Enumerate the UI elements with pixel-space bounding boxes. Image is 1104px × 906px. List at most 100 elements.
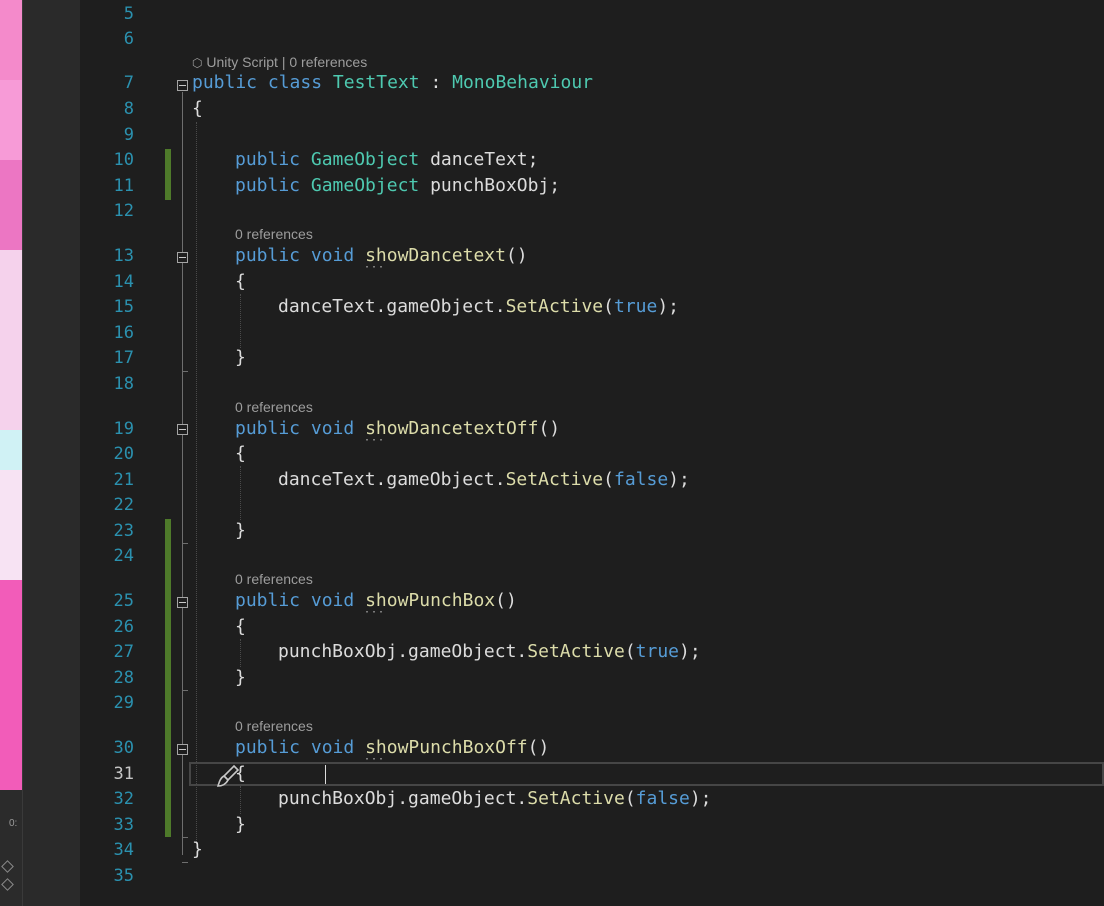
timeline-label: 0: bbox=[9, 818, 18, 829]
codelens-references[interactable]: 0 references bbox=[235, 571, 313, 587]
keyword: void bbox=[310, 737, 355, 758]
line-number: 27 bbox=[113, 642, 134, 662]
code-line-statement[interactable]: danceText.gameObject.SetActive(true); bbox=[278, 296, 679, 318]
keyword: public bbox=[235, 175, 301, 196]
variable: punchBoxObj bbox=[278, 788, 398, 809]
code-line-brace[interactable]: } bbox=[235, 520, 246, 542]
codelens-references[interactable]: 0 references bbox=[289, 54, 367, 70]
open-paren: ( bbox=[603, 469, 614, 490]
member-access: .gameObject. bbox=[375, 469, 506, 490]
line-number: 33 bbox=[113, 815, 134, 835]
code-line-brace[interactable]: } bbox=[192, 839, 203, 861]
keyword: class bbox=[267, 72, 323, 93]
variable: punchBoxObj bbox=[278, 641, 398, 662]
code-line-brace[interactable]: { bbox=[235, 616, 246, 638]
indent-guide bbox=[240, 294, 241, 348]
line-number: 14 bbox=[113, 272, 134, 292]
code-line-statement[interactable]: danceText.gameObject.SetActive(false); bbox=[278, 469, 690, 491]
line-number: 34 bbox=[113, 840, 134, 860]
code-editor[interactable]: 5 6 7 8 9 10 11 12 13 14 15 16 17 18 19 … bbox=[80, 0, 1104, 906]
line-number: 24 bbox=[113, 546, 134, 566]
line-number: 7 bbox=[123, 73, 134, 93]
code-line-brace[interactable]: { bbox=[192, 98, 203, 120]
variable: danceText bbox=[278, 296, 376, 317]
strip-band bbox=[0, 250, 22, 430]
line-number: 28 bbox=[113, 668, 134, 688]
code-line-brace[interactable]: { bbox=[235, 763, 246, 785]
suggestion-dots: ··· bbox=[364, 754, 386, 765]
method-call: SetActive bbox=[527, 641, 625, 662]
codelens-unity-script[interactable]: Unity Script bbox=[206, 54, 278, 70]
collapse-icon[interactable] bbox=[177, 252, 188, 263]
field-name: danceText; bbox=[430, 149, 539, 170]
suggestion-dots: ··· bbox=[364, 435, 386, 446]
code-line-brace[interactable]: } bbox=[235, 814, 246, 836]
change-bar bbox=[165, 519, 171, 837]
code-line-class-declaration[interactable]: public class TestText : MonoBehaviour bbox=[192, 72, 593, 94]
keyword: public bbox=[192, 72, 258, 93]
code-line-brace[interactable]: } bbox=[235, 667, 246, 689]
codelens-class[interactable]: ⬡ Unity Script | 0 references bbox=[192, 54, 367, 70]
line-number: 12 bbox=[113, 201, 134, 221]
indent-guide bbox=[196, 122, 197, 844]
type-name: GameObject bbox=[310, 175, 420, 196]
line-number: 18 bbox=[113, 374, 134, 394]
line-number: 17 bbox=[113, 348, 134, 368]
literal: true bbox=[635, 641, 680, 662]
code-line-brace[interactable]: } bbox=[235, 347, 246, 369]
line-number: 19 bbox=[113, 419, 134, 439]
code-line-field[interactable]: public GameObject punchBoxObj; bbox=[235, 175, 560, 197]
code-line-brace[interactable]: { bbox=[235, 443, 246, 465]
class-name: TestText bbox=[332, 72, 420, 93]
open-paren: ( bbox=[624, 788, 636, 809]
code-line-field[interactable]: public GameObject danceText; bbox=[235, 149, 538, 171]
member-access: .gameObject. bbox=[375, 296, 506, 317]
line-number: 32 bbox=[113, 789, 134, 809]
line-number: 23 bbox=[113, 521, 134, 541]
line-number: 25 bbox=[113, 591, 134, 611]
indent-guide bbox=[240, 639, 241, 667]
keyword: public bbox=[235, 149, 301, 170]
background-window-strip: 0: bbox=[0, 0, 22, 906]
change-bar bbox=[165, 149, 171, 200]
collapse-icon[interactable] bbox=[177, 424, 188, 435]
keyword: public bbox=[235, 590, 301, 611]
strip-band bbox=[0, 580, 22, 790]
codelens-references[interactable]: 0 references bbox=[235, 226, 313, 242]
keyword: void bbox=[310, 418, 355, 439]
method-call: SetActive bbox=[505, 469, 604, 490]
code-line-statement[interactable]: punchBoxObj.gameObject.SetActive(false); bbox=[278, 788, 712, 810]
close-paren: ); bbox=[668, 469, 690, 490]
method-name: showPunchBoxOff bbox=[365, 737, 528, 758]
text-cursor bbox=[325, 765, 326, 784]
line-number-current: 31 bbox=[113, 764, 134, 784]
method-name: showDancetextOff bbox=[365, 418, 539, 439]
keyword: public bbox=[235, 737, 301, 758]
collapse-icon[interactable] bbox=[177, 744, 188, 755]
member-access: .gameObject. bbox=[397, 641, 528, 662]
parens: () bbox=[527, 737, 550, 758]
collapse-icon[interactable] bbox=[177, 80, 188, 91]
code-line-method-declaration[interactable]: public void showDancetextOff() bbox=[235, 418, 560, 440]
line-number: 6 bbox=[123, 29, 134, 49]
strip-band bbox=[0, 430, 22, 470]
line-number: 13 bbox=[113, 246, 134, 266]
code-line-statement[interactable]: punchBoxObj.gameObject.SetActive(true); bbox=[278, 641, 701, 663]
codelens-references[interactable]: 0 references bbox=[235, 718, 313, 734]
collapse-icon[interactable] bbox=[177, 597, 188, 608]
codelens-references[interactable]: 0 references bbox=[235, 399, 313, 415]
code-line-method-declaration[interactable]: public void showPunchBoxOff() bbox=[235, 737, 549, 759]
line-number: 30 bbox=[113, 738, 134, 758]
fold-guide-end bbox=[182, 862, 188, 863]
open-paren: ( bbox=[624, 641, 636, 662]
keyword: public bbox=[235, 418, 301, 439]
open-paren: ( bbox=[603, 296, 614, 317]
line-number: 10 bbox=[113, 150, 134, 170]
line-number: 21 bbox=[113, 470, 134, 490]
keyword: public bbox=[235, 245, 301, 266]
line-number: 15 bbox=[113, 297, 134, 317]
indent-guide bbox=[240, 466, 241, 520]
member-access: .gameObject. bbox=[397, 788, 528, 809]
code-line-brace[interactable]: { bbox=[235, 271, 246, 293]
line-number: 9 bbox=[123, 125, 134, 145]
